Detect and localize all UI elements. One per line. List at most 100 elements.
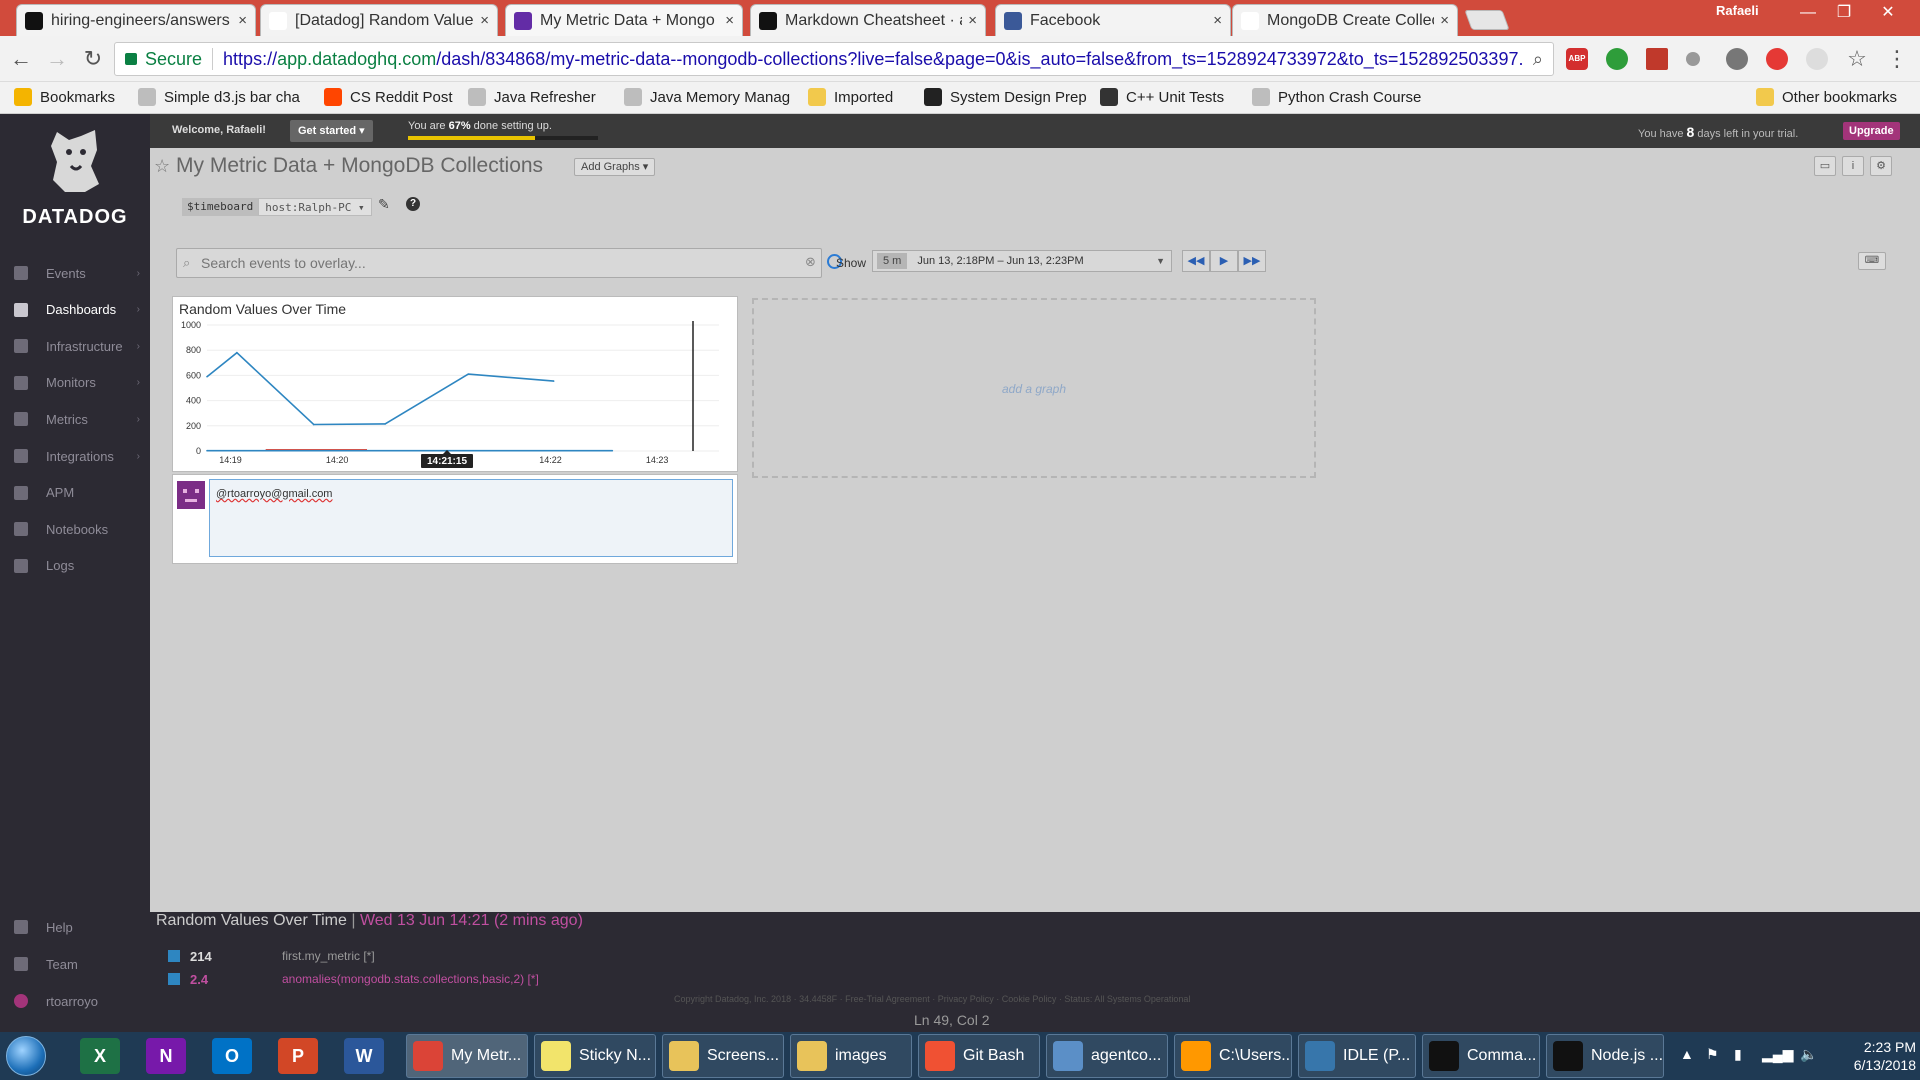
browser-menu-icon[interactable]: ⋮ [1884,46,1910,72]
help-question-icon[interactable]: ? [406,197,420,211]
bookmark-item[interactable]: Java Refresher [468,88,596,106]
fast-forward-icon[interactable]: ▶▶ [1238,250,1266,272]
bookmark-item[interactable]: Imported [808,88,893,106]
profile-name[interactable]: Rafaeli [1716,3,1759,18]
close-tab-icon[interactable]: × [238,12,247,29]
extension-gray-icon[interactable] [1686,52,1700,66]
sidebar-item-dashboards[interactable]: Dashboards › [0,295,150,325]
sidebar-item-notebooks[interactable]: Notebooks [0,514,150,544]
browser-tab[interactable]: hiring-engineers/answers × [16,4,256,36]
close-tab-icon[interactable]: × [968,12,977,29]
event-search-input[interactable] [201,253,781,273]
tray-expand-icon[interactable]: ▲ [1680,1046,1694,1062]
timeseries-widget[interactable]: Random Values Over Time 1000 800 600 400 200… [172,296,738,472]
flag-icon[interactable]: ⚑ [1706,1046,1719,1063]
bookmark-item[interactable]: Java Memory Manag [624,88,790,106]
restore-icon[interactable]: ❐ [1826,0,1862,28]
sidebar-item-infrastructure[interactable]: Infrastructure › [0,331,150,361]
sidebar-item-team[interactable]: Team [0,949,150,979]
start-button-icon[interactable] [6,1036,46,1076]
sidebar-item-monitors[interactable]: Monitors › [0,368,150,398]
extension-red-icon[interactable] [1646,48,1668,70]
close-tab-icon[interactable]: × [1440,12,1449,29]
system-clock[interactable]: 2:23 PM 6/13/2018 [1832,1038,1916,1074]
zoom-icon[interactable]: ⌕ [1533,49,1543,70]
browser-tab[interactable]: My Metric Data + Mongo × [505,4,743,36]
excel-icon[interactable]: X [80,1038,120,1074]
bookmark-item[interactable]: C++ Unit Tests [1100,88,1224,106]
sidebar-item-apm[interactable]: APM [0,478,150,508]
time-range-picker[interactable]: 5 m Jun 13, 2:18PM – Jun 13, 2:23PM ▼ [872,250,1172,272]
datadog-logo[interactable]: DATADOG [20,126,130,228]
bookmark-item[interactable]: Bookmarks [14,88,115,106]
extension-green-icon[interactable] [1606,48,1628,70]
taskbar-window[interactable]: C:\Users... [1174,1034,1292,1078]
add-graphs-button[interactable]: Add Graphs ▾ [574,158,656,176]
close-window-icon[interactable]: ✕ [1870,0,1906,28]
taskbar-window[interactable]: Comma... [1422,1034,1540,1078]
template-variable-value[interactable]: host:Ralph-PC ▾ [258,198,372,216]
bookmark-item[interactable]: CS Reddit Post [324,88,453,106]
url-text[interactable]: https://app.datadoghq.com/dash/834868/my… [223,49,1525,70]
settings-gear-icon[interactable]: ⚙ [1870,156,1892,176]
taskbar-window[interactable]: agentco... [1046,1034,1168,1078]
close-tab-icon[interactable]: × [725,12,734,29]
upgrade-button[interactable]: Upgrade [1843,122,1900,140]
volume-icon[interactable]: 🔈 [1800,1046,1817,1063]
opera-icon[interactable] [1766,48,1788,70]
rewind-icon[interactable]: ◀◀ [1182,250,1210,272]
sidebar-item-events[interactable]: Events › [0,258,150,288]
battery-icon[interactable]: ▮ [1734,1046,1742,1063]
outlook-icon[interactable]: O [212,1038,252,1074]
get-started-button[interactable]: Get started ▾ [290,120,373,142]
browser-tab[interactable]: MongoDB Create Collecti × [1232,4,1458,36]
browser-tab[interactable]: [Datadog] Random Value × [260,4,498,36]
extension-recycle-icon[interactable] [1726,48,1748,70]
minimize-icon[interactable]: — [1790,0,1826,28]
address-bar[interactable]: Secure https://app.datadoghq.com/dash/83… [114,42,1554,76]
reload-icon[interactable]: ↻ [80,46,106,72]
taskbar-window[interactable]: My Metr... [406,1034,528,1078]
sidebar-item-help[interactable]: Help [0,912,150,942]
powerpoint-icon[interactable]: P [278,1038,318,1074]
template-variable[interactable]: $timeboard host:Ralph-PC ▾ [182,198,372,216]
play-icon[interactable]: ▶ [1210,250,1238,272]
taskbar-window[interactable]: Sticky N... [534,1034,656,1078]
close-tab-icon[interactable]: × [480,12,489,29]
back-icon[interactable]: ← [8,46,34,72]
dashboard-title[interactable]: My Metric Data + MongoDB Collections [176,154,543,178]
info-icon[interactable]: i [1842,156,1864,176]
bookmark-item[interactable]: System Design Prep [924,88,1087,106]
extension-feather-icon[interactable] [1806,48,1828,70]
bookmark-item[interactable]: Python Crash Course [1252,88,1421,106]
taskbar-window[interactable]: images [790,1034,912,1078]
sidebar-item-rtoarroyo[interactable]: rtoarroyo [0,986,150,1016]
sidebar-item-integrations[interactable]: Integrations › [0,441,150,471]
sidebar-item-logs[interactable]: Logs [0,551,150,581]
edit-pencil-icon[interactable]: ✎ [378,196,390,213]
sidebar-item-metrics[interactable]: Metrics › [0,404,150,434]
bookmark-item[interactable]: Simple d3.js bar cha [138,88,300,106]
forward-icon[interactable]: → [44,46,70,72]
bookmark-item[interactable]: Other bookmarks [1756,88,1897,106]
taskbar-window[interactable]: IDLE (P... [1298,1034,1416,1078]
onenote-icon[interactable]: N [146,1038,186,1074]
line-chart[interactable]: 1000800600400200014:1914:2014:2114:2214:… [173,317,739,473]
legend-row[interactable]: 2.4 anomalies(mongodb.stats.collections,b… [168,971,539,987]
taskbar-window[interactable]: Screens... [662,1034,784,1078]
taskbar-window[interactable]: Node.js ... [1546,1034,1664,1078]
close-tab-icon[interactable]: × [1213,12,1222,29]
annotation-textarea[interactable]: @rtoarroyo@gmail.com [209,479,733,557]
secure-indicator[interactable]: Secure [125,49,202,70]
add-graph-placeholder[interactable]: add a graph [752,298,1316,478]
favorite-star-icon[interactable]: ☆ [154,156,170,177]
bookmark-star-icon[interactable]: ☆ [1844,46,1870,72]
new-tab-button[interactable] [1464,10,1510,30]
browser-tab[interactable]: Facebook × [995,4,1231,36]
browser-tab[interactable]: Markdown Cheatsheet · a × [750,4,986,36]
keyboard-shortcuts-icon[interactable]: ⌨ [1858,252,1886,270]
clear-search-icon[interactable]: ⊗ [805,254,816,270]
tv-mode-icon[interactable]: ▭ [1814,156,1836,176]
taskbar-window[interactable]: Git Bash [918,1034,1040,1078]
word-icon[interactable]: W [344,1038,384,1074]
